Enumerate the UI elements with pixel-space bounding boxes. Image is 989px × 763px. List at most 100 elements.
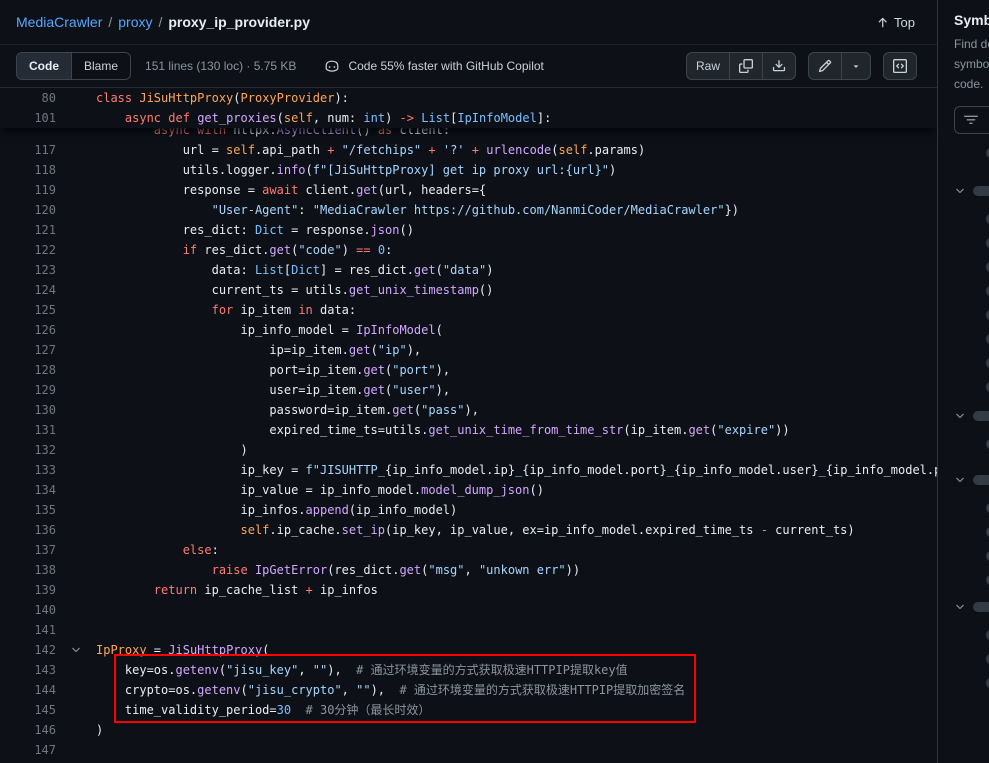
line-number[interactable]: 123 [0, 260, 56, 280]
download-raw-button[interactable] [762, 53, 795, 79]
gutter-space [56, 560, 96, 580]
symbol-label-truncated [973, 602, 989, 612]
gutter-space [56, 660, 96, 680]
line-number[interactable]: 144 [0, 680, 56, 700]
gutter-space [56, 520, 96, 540]
line-number[interactable]: 124 [0, 280, 56, 300]
line-number[interactable]: 118 [0, 160, 56, 180]
code-line: 145 time_validity_period=30 # 30分钟（最长时效） [0, 700, 937, 720]
code-line: 144 crypto=os.getenv("jisu_crypto", ""),… [0, 680, 937, 700]
line-number[interactable]: 122 [0, 240, 56, 260]
edit-dropdown-button[interactable] [841, 53, 870, 79]
code-line: 138 raise IpGetError(res_dict.get("msg",… [0, 560, 937, 580]
line-number[interactable]: 147 [0, 740, 56, 760]
line-number[interactable] [0, 128, 56, 140]
line-number[interactable]: 141 [0, 620, 56, 640]
tab-blame[interactable]: Blame [71, 53, 130, 79]
code-text: current_ts = utils.get_unix_timestamp() [96, 280, 937, 300]
line-number[interactable]: 130 [0, 400, 56, 420]
code-line: 122 if res_dict.get("code") == 0: [0, 240, 937, 260]
line-number[interactable]: 139 [0, 580, 56, 600]
line-number[interactable]: 131 [0, 420, 56, 440]
code-line: 142IpProxy = JiSuHttpProxy( [0, 640, 937, 660]
symbol-group-row[interactable] [954, 601, 989, 613]
filter-symbols-input[interactable] [954, 106, 989, 134]
breadcrumb-repo-link[interactable]: MediaCrawler [16, 14, 102, 30]
code-text: password=ip_item.get("pass"), [96, 400, 937, 420]
line-number[interactable]: 80 [0, 88, 56, 108]
copilot-banner[interactable]: Code 55% faster with GitHub Copilot [324, 58, 543, 74]
code-blame-switch: Code Blame [16, 52, 131, 80]
symbols-panel: Symbols Find definitions and references … [937, 0, 989, 763]
copy-icon [739, 59, 753, 73]
symbols-panel-title: Symbols [938, 12, 989, 28]
symbol-group-row[interactable] [954, 410, 989, 422]
line-number[interactable]: 138 [0, 560, 56, 580]
line-number[interactable]: 142 [0, 640, 56, 660]
symbol-group-row[interactable] [954, 185, 989, 197]
collapse-chevron-icon[interactable] [56, 640, 96, 660]
code-line: 146) [0, 720, 937, 740]
code-line: 130 password=ip_item.get("pass"), [0, 400, 937, 420]
gutter-space [56, 360, 96, 380]
line-number[interactable]: 119 [0, 180, 56, 200]
code-line: 124 current_ts = utils.get_unix_timestam… [0, 280, 937, 300]
line-number[interactable]: 129 [0, 380, 56, 400]
edit-file-button[interactable] [809, 53, 841, 79]
code-line: 129 user=ip_item.get("user"), [0, 380, 937, 400]
code-text: return ip_cache_list + ip_infos [96, 580, 937, 600]
line-number[interactable]: 136 [0, 520, 56, 540]
raw-button[interactable]: Raw [687, 53, 729, 79]
line-number[interactable]: 101 [0, 108, 56, 128]
code-line: 131 expired_time_ts=utils.get_unix_time_… [0, 420, 937, 440]
gutter-space [56, 200, 96, 220]
back-to-top-label: Top [894, 15, 915, 30]
copilot-icon [324, 58, 340, 74]
code-line: 80class JiSuHttpProxy(ProxyProvider): [0, 88, 937, 108]
code-text: ) [96, 720, 937, 740]
line-number[interactable]: 127 [0, 340, 56, 360]
line-number[interactable]: 137 [0, 540, 56, 560]
gutter-space [56, 128, 96, 140]
line-number[interactable]: 145 [0, 700, 56, 720]
line-number[interactable]: 120 [0, 200, 56, 220]
code-text: async with httpx.AsyncClient() as client… [96, 128, 937, 140]
line-number[interactable]: 126 [0, 320, 56, 340]
code-line: 133 ip_key = f"JISUHTTP_{ip_info_model.i… [0, 460, 937, 480]
code-text: ip_info_model = IpInfoModel( [96, 320, 937, 340]
code-line: 140 [0, 600, 937, 620]
code-text: res_dict: Dict = response.json() [96, 220, 937, 240]
line-number[interactable]: 140 [0, 600, 56, 620]
code-line: 147 [0, 740, 937, 760]
line-number[interactable]: 132 [0, 440, 56, 460]
code-text: expired_time_ts=utils.get_unix_time_from… [96, 420, 937, 440]
code-line: 143 key=os.getenv("jisu_key", ""), # 通过环… [0, 660, 937, 680]
breadcrumb-folder-link[interactable]: proxy [118, 14, 152, 30]
copy-raw-button[interactable] [729, 53, 762, 79]
gutter-space [56, 500, 96, 520]
line-number[interactable]: 133 [0, 460, 56, 480]
gutter-space [56, 740, 96, 760]
symbols-panel-toggle-button[interactable] [884, 53, 916, 79]
github-code-view: MediaCrawler / proxy / proxy_ip_provider… [0, 0, 989, 763]
line-number[interactable]: 146 [0, 720, 56, 740]
symbol-label-truncated [973, 186, 989, 196]
arrow-up-icon [876, 16, 889, 29]
tab-code[interactable]: Code [17, 53, 71, 79]
back-to-top-button[interactable]: Top [876, 15, 915, 30]
line-number[interactable]: 117 [0, 140, 56, 160]
line-number[interactable]: 135 [0, 500, 56, 520]
line-number[interactable]: 143 [0, 660, 56, 680]
line-number[interactable]: 134 [0, 480, 56, 500]
code-line: 117 url = self.api_path + "/fetchips" + … [0, 140, 937, 160]
line-number[interactable]: 121 [0, 220, 56, 240]
symbols-panel-description: Find definitions and references for func… [938, 34, 989, 94]
chevron-down-icon [954, 601, 966, 613]
symbol-group-row[interactable] [954, 474, 989, 486]
gutter-space [56, 700, 96, 720]
gutter-space [56, 720, 96, 740]
line-number[interactable]: 125 [0, 300, 56, 320]
code-text: port=ip_item.get("port"), [96, 360, 937, 380]
gutter-space [56, 380, 96, 400]
line-number[interactable]: 128 [0, 360, 56, 380]
